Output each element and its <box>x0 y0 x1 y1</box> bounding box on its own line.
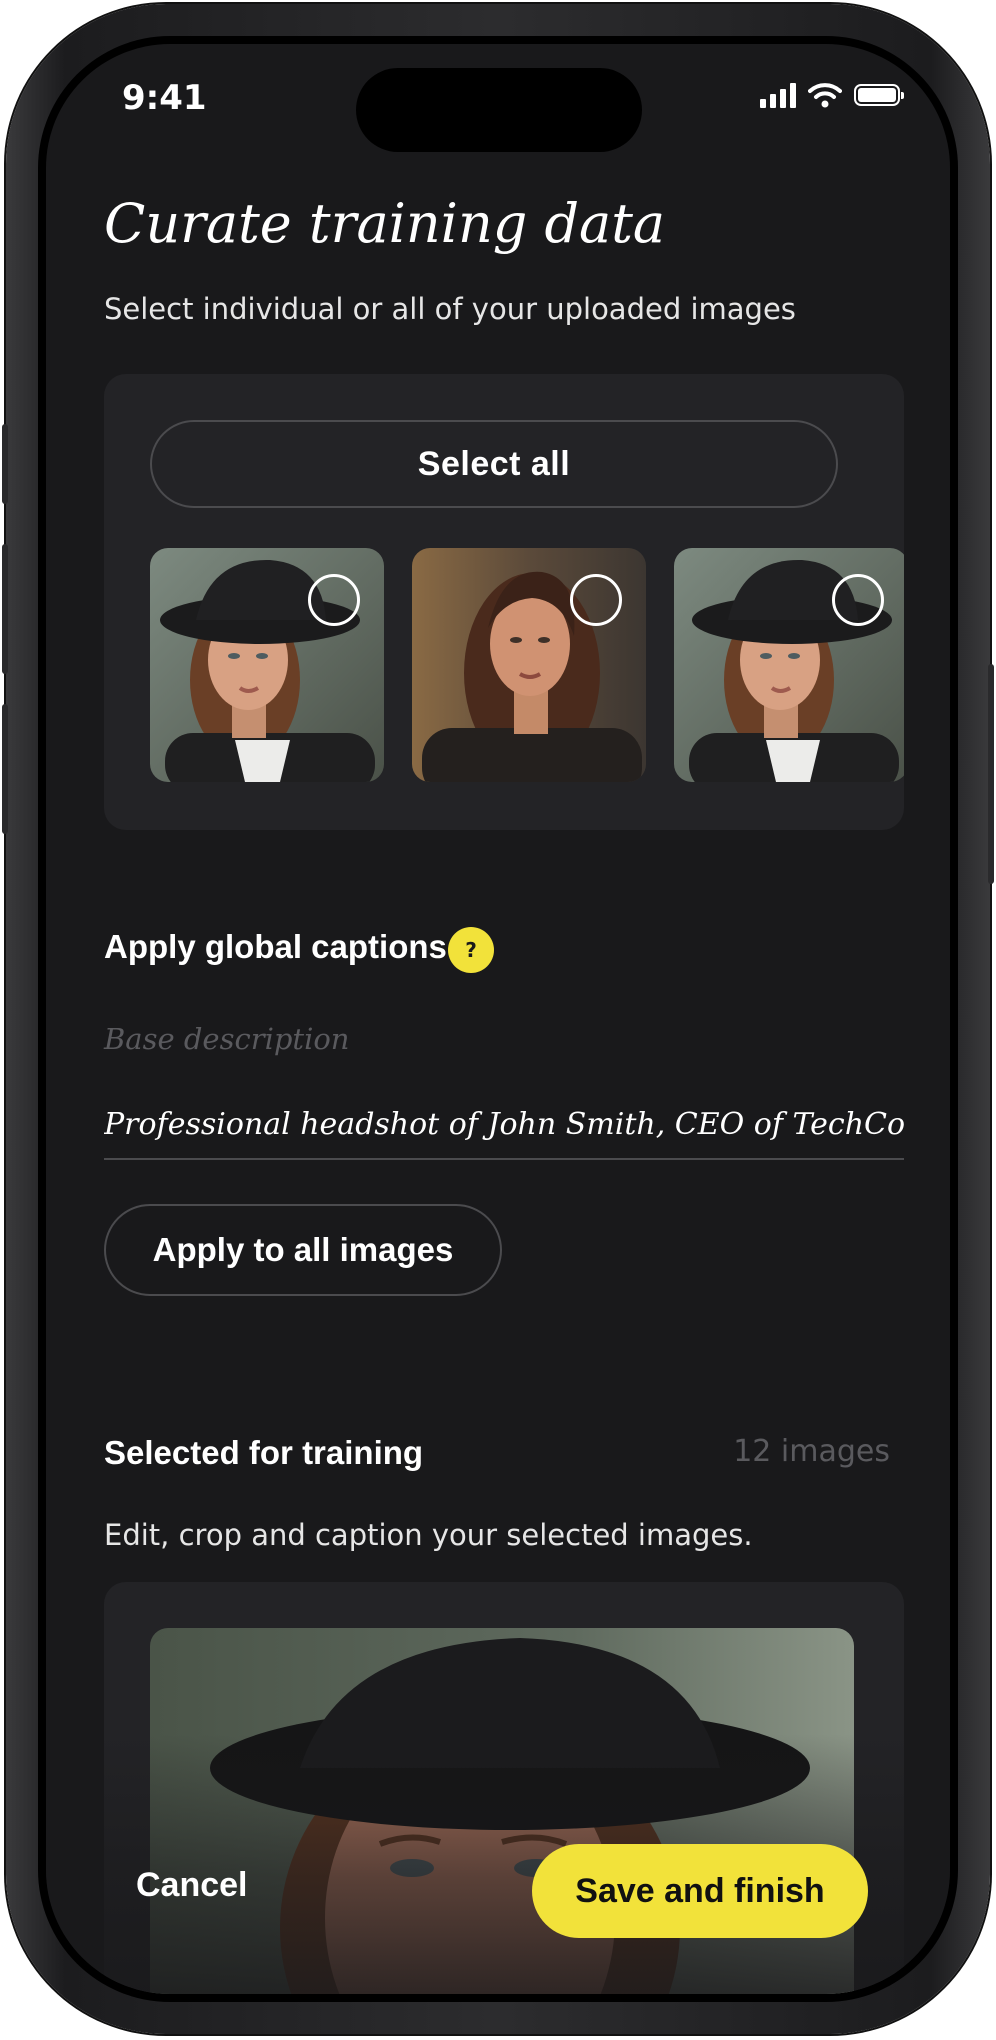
phone-frame: 9:41 Curate training data Select individ… <box>2 4 994 2034</box>
image-thumbnail[interactable] <box>150 548 384 782</box>
help-icon[interactable]: ? <box>448 927 494 973</box>
side-button-left <box>2 704 8 834</box>
image-thumbnail[interactable] <box>412 548 646 782</box>
side-button-right <box>988 664 994 884</box>
select-checkbox[interactable] <box>832 574 884 626</box>
select-checkbox[interactable] <box>570 574 622 626</box>
side-button-left <box>2 544 8 674</box>
apply-to-all-button[interactable]: Apply to all images <box>104 1204 502 1296</box>
global-captions-heading: Apply global captions <box>104 928 447 965</box>
image-thumbnail[interactable] <box>674 548 904 782</box>
page-subtitle: Select individual or all of your uploade… <box>104 292 796 326</box>
app-screen: 9:41 Curate training data Select individ… <box>46 44 950 1994</box>
upload-gallery-card: Select all <box>104 374 904 830</box>
selected-description: Edit, crop and caption your selected ima… <box>104 1518 753 1552</box>
cancel-button[interactable]: Cancel <box>136 1866 248 1905</box>
side-button-left <box>2 424 8 504</box>
selected-count: 12 images <box>733 1434 890 1469</box>
base-description-label: Base description <box>104 1022 350 1056</box>
phone-screen: 9:41 Curate training data Select individ… <box>38 36 958 2002</box>
select-all-button[interactable]: Select all <box>150 420 838 508</box>
selected-for-training-heading: Selected for training <box>104 1434 424 1471</box>
base-description-input[interactable] <box>104 1090 904 1160</box>
screen-content: Curate training data Select individual o… <box>46 44 950 1994</box>
select-checkbox[interactable] <box>308 574 360 626</box>
save-and-finish-button[interactable]: Save and finish <box>532 1844 868 1938</box>
page-title: Curate training data <box>104 192 666 255</box>
